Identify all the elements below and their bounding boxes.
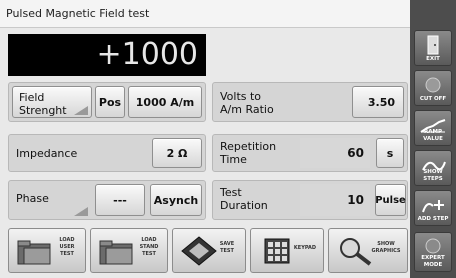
expert-mode-button[interactable]: EXPERT MODE [414,232,452,272]
keypad-label: KEYPAD [293,245,317,251]
add-step-icon [422,200,444,213]
test-duration-label: Test Duration [220,186,268,212]
load-user-test-label: LOAD USER TEST [59,237,75,257]
test-duration-unit-button[interactable]: Pulse [375,184,406,216]
door-icon [427,35,439,55]
save-test-label: SAVE TEST [219,241,235,254]
exit-button[interactable]: EXIT [414,30,452,66]
window-title: Pulsed Magnetic Field test [0,0,410,28]
phase-label: Phase [16,192,49,205]
load-user-test-button[interactable]: LOAD USER TEST [8,228,86,273]
cutoff-icon [425,77,441,93]
cut-off-button[interactable]: CUT OFF [414,70,452,106]
volts-ratio-value-button[interactable]: 3.50 [352,86,404,118]
add-step-button[interactable]: ADD STEP [414,190,452,226]
volts-ratio-label: Volts to A/m Ratio [220,90,274,116]
save-test-button[interactable]: SAVE TEST [172,228,246,273]
show-graphics-button[interactable]: SHOW GRAPHICS [328,228,408,273]
test-duration-value[interactable]: 10 [300,184,370,216]
show-graphics-label: SHOW GRAPHICS [371,241,401,254]
dropdown-corner-icon [74,106,88,115]
phase-mode-button[interactable]: Asynch [150,184,202,216]
repetition-unit-button[interactable]: s [376,138,404,168]
impedance-label: Impedance [16,147,78,160]
field-value-button[interactable]: 1000 A/m [128,86,202,118]
folder-icon [99,240,133,265]
keypad-button[interactable]: KEYPAD [250,228,324,273]
expert-mode-label: EXPERT MODE [421,255,445,268]
impedance-value-button[interactable]: 2 Ω [152,138,202,168]
folder-icon [17,240,51,265]
repetition-time-value[interactable]: 60 [300,138,370,168]
level-display: +1000 [8,34,206,76]
repetition-time-label: Repetition Time [220,140,277,166]
field-strength-label: Field Strenght [19,91,67,117]
load-standard-test-button[interactable]: LOAD STAND TEST [90,228,168,273]
ramp-value-button[interactable]: RAMP VALUE [414,110,452,146]
load-standard-test-label: LOAD STAND TEST [139,237,159,257]
polarity-button[interactable]: Pos [95,86,125,118]
dropdown-corner-icon [74,207,88,216]
phase-value-button[interactable]: --- [95,184,145,216]
show-steps-button[interactable]: SHOW STEPS [414,150,452,186]
